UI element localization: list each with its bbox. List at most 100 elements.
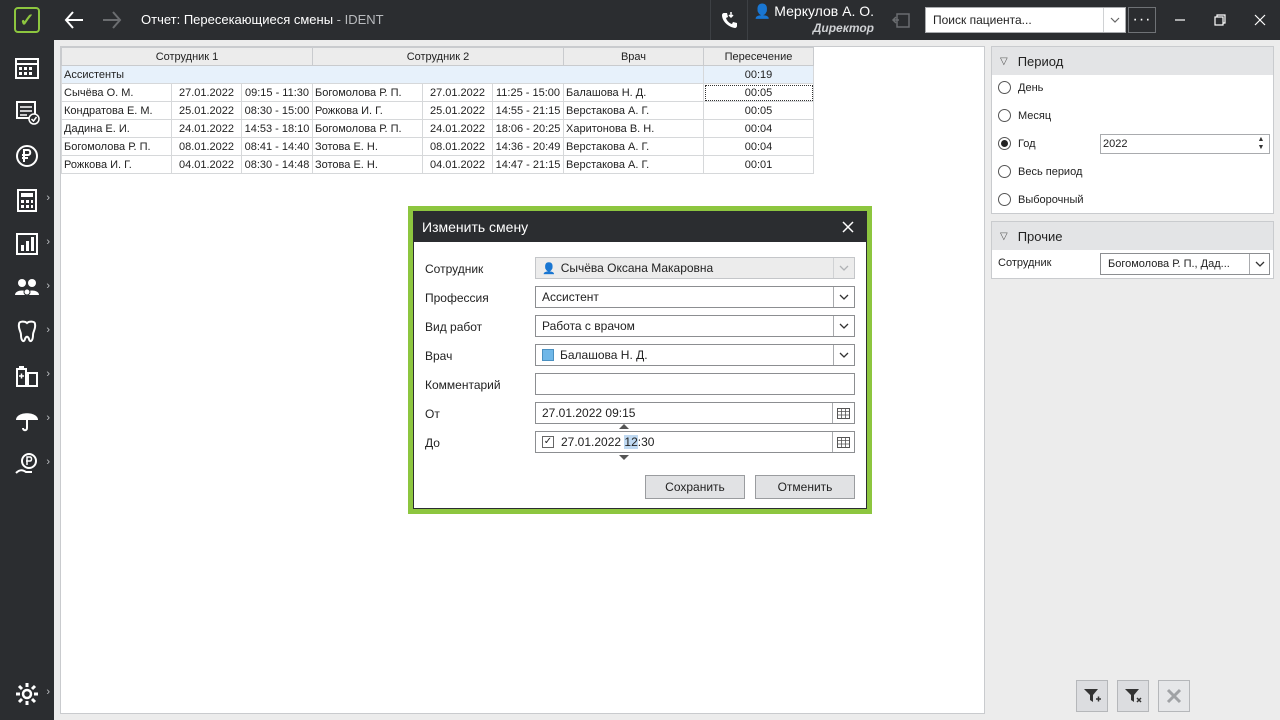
chevron-down-icon[interactable] bbox=[1249, 254, 1269, 274]
umbrella-icon bbox=[16, 413, 38, 432]
close-icon[interactable] bbox=[1240, 0, 1280, 40]
cell-date-1: 24.01.2022 bbox=[171, 119, 242, 138]
year-value: 2022 bbox=[1103, 138, 1128, 150]
more-button[interactable]: ··· bbox=[1128, 7, 1156, 33]
remove-filter-button[interactable] bbox=[1117, 680, 1149, 712]
sidebar-item-settings[interactable]: › bbox=[0, 672, 54, 716]
spin-up-icon[interactable] bbox=[619, 424, 629, 429]
employee-filter-select[interactable]: Богомолова Р. П., Дад... bbox=[1100, 253, 1270, 275]
cell-time-2: 14:55 - 21:15 bbox=[492, 101, 564, 120]
other-header[interactable]: ▽ Прочие bbox=[992, 222, 1273, 250]
header-employee-1[interactable]: Сотрудник 1 bbox=[61, 47, 313, 66]
sidebar-item-dental[interactable]: › bbox=[0, 310, 54, 354]
cancel-button[interactable]: Отменить bbox=[755, 475, 855, 499]
patient-search[interactable] bbox=[925, 7, 1126, 33]
employee-select: 👤 Сычёва Оксана Макаровна bbox=[535, 257, 855, 279]
current-user[interactable]: 👤 Меркулов А. О. Директор bbox=[752, 3, 874, 35]
table-row[interactable]: Сычёва О. М. 27.01.2022 09:15 - 11:30 Бо… bbox=[61, 83, 814, 102]
cell-overlap[interactable]: 00:01 bbox=[703, 155, 814, 174]
doctor-select[interactable]: Балашова Н. Д. bbox=[535, 344, 855, 366]
cell-time-2: 14:47 - 21:15 bbox=[492, 155, 564, 174]
cell-employee-2: Богомолова Р. П. bbox=[312, 83, 423, 102]
add-filter-button[interactable] bbox=[1076, 680, 1108, 712]
medicine-icon bbox=[16, 366, 38, 387]
history-icon[interactable] bbox=[884, 0, 918, 40]
cell-overlap[interactable]: 00:05 bbox=[703, 101, 814, 120]
worktype-label: Вид работ bbox=[425, 320, 483, 334]
period-option-all[interactable]: Весь период bbox=[998, 165, 1082, 178]
patient-search-input[interactable] bbox=[926, 13, 1103, 27]
radio-button[interactable] bbox=[998, 193, 1011, 206]
period-header[interactable]: ▽ Период bbox=[992, 47, 1273, 75]
sidebar-item-insurance[interactable]: › bbox=[0, 398, 54, 442]
sidebar-item-finance[interactable] bbox=[0, 134, 54, 178]
hour-selection[interactable]: 12 bbox=[624, 435, 638, 449]
clear-filters-button[interactable] bbox=[1158, 680, 1190, 712]
person-icon: 👤 bbox=[542, 262, 556, 275]
forward-arrow-icon[interactable] bbox=[93, 0, 131, 40]
comment-input[interactable] bbox=[535, 373, 855, 395]
cell-overlap[interactable]: 00:05 bbox=[703, 83, 814, 102]
table-row[interactable]: Богомолова Р. П. 08.01.2022 08:41 - 14:4… bbox=[61, 137, 814, 156]
calendar-icon[interactable] bbox=[832, 432, 854, 452]
radio-button-checked[interactable] bbox=[998, 137, 1011, 150]
header-doctor[interactable]: Врач bbox=[563, 47, 704, 66]
from-label: От bbox=[425, 407, 440, 421]
to-datetime-input[interactable]: ✓ 27.01.2022 12:30 bbox=[535, 431, 855, 453]
app-logo[interactable]: ✓ bbox=[0, 0, 54, 40]
spin-arrows-icon[interactable]: ▲ ▼ bbox=[1255, 136, 1267, 152]
period-option-day[interactable]: День bbox=[998, 81, 1043, 94]
chevron-down-icon[interactable] bbox=[833, 316, 854, 336]
other-title: Прочие bbox=[1017, 228, 1063, 244]
dialog-header: Изменить смену bbox=[414, 212, 866, 242]
filter-add-icon bbox=[1084, 689, 1101, 702]
header-employee-2[interactable]: Сотрудник 2 bbox=[312, 47, 564, 66]
radio-button[interactable] bbox=[998, 109, 1011, 122]
restore-icon[interactable] bbox=[1200, 0, 1240, 40]
back-arrow-icon[interactable] bbox=[55, 0, 93, 40]
cell-date-1: 27.01.2022 bbox=[171, 83, 242, 102]
sidebar-item-staff[interactable]: › bbox=[0, 266, 54, 310]
chevron-down-icon[interactable] bbox=[1103, 8, 1125, 32]
period-option-month[interactable]: Месяц bbox=[998, 109, 1051, 122]
sidebar-item-payments[interactable]: › bbox=[0, 442, 54, 486]
sidebar-item-reports[interactable]: › bbox=[0, 222, 54, 266]
save-button[interactable]: Сохранить bbox=[645, 475, 745, 499]
year-stepper[interactable]: 2022 ▲ ▼ bbox=[1100, 134, 1270, 154]
table-row[interactable]: Кондратова Е. М. 25.01.2022 08:30 - 15:0… bbox=[61, 101, 814, 120]
group-row[interactable]: Ассистенты 00:19 bbox=[61, 65, 814, 84]
group-total: 00:19 bbox=[703, 65, 814, 84]
cell-doctor: Харитонова В. Н. bbox=[563, 119, 704, 138]
chevron-down-icon[interactable] bbox=[833, 345, 854, 365]
header-overlap[interactable]: Пересечение bbox=[703, 47, 814, 66]
sidebar: › › › › › › › › bbox=[0, 40, 54, 720]
period-option-custom[interactable]: Выборочный bbox=[998, 193, 1084, 206]
sidebar-item-warehouse[interactable]: › bbox=[0, 354, 54, 398]
table-row[interactable]: Дадина Е. И. 24.01.2022 14:53 - 18:10 Бо… bbox=[61, 119, 814, 138]
sidebar-item-visits[interactable] bbox=[0, 90, 54, 134]
chevron-right-icon: › bbox=[46, 686, 50, 698]
chevron-down-icon bbox=[833, 258, 854, 278]
minimize-icon[interactable] bbox=[1160, 0, 1200, 40]
tooth-icon bbox=[17, 320, 37, 343]
radio-button[interactable] bbox=[998, 81, 1011, 94]
profession-select[interactable]: Ассистент bbox=[535, 286, 855, 308]
period-option-year[interactable]: Год bbox=[998, 137, 1036, 150]
sidebar-item-schedule[interactable] bbox=[0, 46, 54, 90]
from-datetime-input[interactable]: 27.01.2022 09:15 bbox=[535, 402, 855, 424]
cell-employee-2: Богомолова Р. П. bbox=[312, 119, 423, 138]
radio-button[interactable] bbox=[998, 165, 1011, 178]
table-row[interactable]: Рожкова И. Г. 04.01.2022 08:30 - 14:48 З… bbox=[61, 155, 814, 174]
calendar-icon[interactable] bbox=[832, 403, 854, 423]
phone-icon[interactable] bbox=[710, 0, 748, 40]
cell-employee-1: Дадина Е. И. bbox=[61, 119, 172, 138]
sidebar-item-documents[interactable]: › bbox=[0, 178, 54, 222]
close-icon[interactable] bbox=[838, 217, 858, 237]
chevron-down-icon[interactable] bbox=[833, 287, 854, 307]
worktype-select[interactable]: Работа с врачом bbox=[535, 315, 855, 337]
cell-overlap[interactable]: 00:04 bbox=[703, 137, 814, 156]
to-enabled-checkbox[interactable]: ✓ bbox=[542, 436, 554, 448]
cell-overlap[interactable]: 00:04 bbox=[703, 119, 814, 138]
spin-down-icon[interactable] bbox=[619, 455, 629, 460]
edit-shift-dialog: Изменить смену Сотрудник 👤 Сычёва Оксана… bbox=[413, 211, 867, 509]
